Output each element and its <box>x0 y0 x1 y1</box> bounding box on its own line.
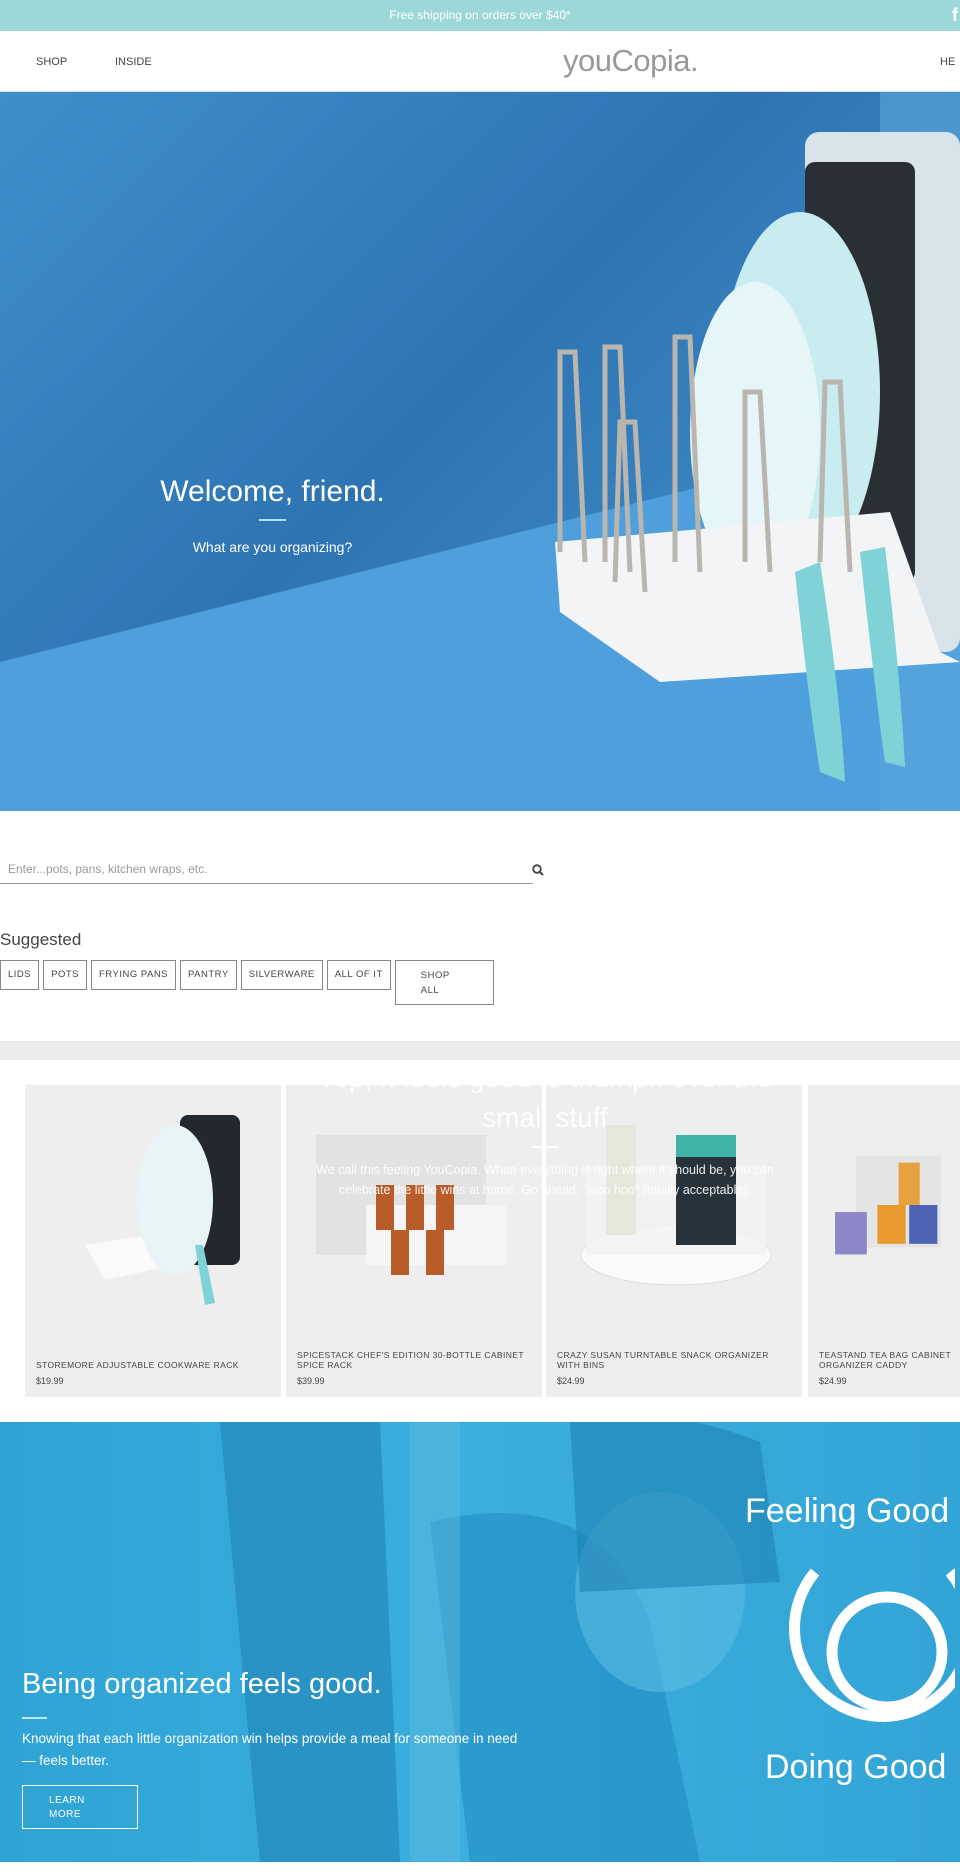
giving-divider <box>22 1717 47 1719</box>
giving-body: Knowing that each little organization wi… <box>22 1731 518 1768</box>
shop-all-line2: ALL <box>420 985 440 996</box>
product-name: TEASTAND TEA BAG CABINET ORGANIZER CADDY <box>819 1350 951 1370</box>
giving-banner: Being organized feels good. Knowing that… <box>0 1422 960 1862</box>
product-image <box>316 1135 506 1275</box>
chip-all-of-it[interactable]: ALL OF IT <box>326 960 391 990</box>
product-price: $19.99 <box>36 1376 64 1386</box>
product-image <box>85 1115 240 1305</box>
giving-title: Being organized feels good. <box>22 1668 382 1700</box>
product-price: $39.99 <box>297 1376 325 1386</box>
search-icon[interactable] <box>532 864 544 879</box>
product-card[interactable]: SPICESTACK CHEF'S EDITION 30-BOTTLE CABI… <box>286 1085 542 1397</box>
facebook-icon[interactable]: f <box>952 4 958 26</box>
announcement-text: Free shipping on orders over $40* <box>389 8 571 22</box>
hero-banner: Welcome, friend. What are you organizing… <box>0 92 960 811</box>
shop-all-button[interactable]: SHOP ALL <box>394 960 494 1005</box>
badge-feeling-good: Feeling Good <box>745 1492 950 1530</box>
hero-subtitle: What are you organizing? <box>192 539 353 555</box>
hero-title: Welcome, friend. <box>160 475 385 508</box>
product-price: $24.99 <box>819 1376 847 1386</box>
chip-frying-pans[interactable]: FRYING PANS <box>91 960 177 990</box>
main-nav: SHOP INSIDE youCopia. HE <box>0 31 960 92</box>
circle-logo-icon <box>789 1568 955 1722</box>
nav-inside[interactable]: INSIDE <box>115 56 152 68</box>
suggested-heading: Suggested <box>0 930 82 949</box>
learn-more-line2: MORE <box>49 1809 81 1820</box>
search-input[interactable]: Enter...pots, pans, kitchen wraps, etc. <box>0 857 533 884</box>
suggested-chips: LIDS POTS FRYING PANS PANTRY SILVERWARE … <box>0 960 494 1005</box>
announcement-bar: Free shipping on orders over $40* f <box>0 0 960 31</box>
chip-silverware[interactable]: SILVERWARE <box>240 960 323 990</box>
badge-doing-good: Doing Good <box>765 1748 947 1786</box>
chip-pantry[interactable]: PANTRY <box>180 960 237 990</box>
product-image <box>835 1155 941 1255</box>
chip-lids[interactable]: LIDS <box>0 960 40 990</box>
product-name: SPICESTACK CHEF'S EDITION 30-BOTTLE CABI… <box>297 1350 524 1370</box>
shop-all-line1: SHOP <box>420 970 450 981</box>
hero-divider <box>259 519 286 521</box>
product-card[interactable]: CRAZY SUSAN TURNTABLE SNACK ORGANIZER WI… <box>546 1085 802 1397</box>
product-card[interactable]: TEASTAND TEA BAG CABINET ORGANIZER CADDY… <box>808 1085 960 1397</box>
search-placeholder: Enter...pots, pans, kitchen wraps, etc. <box>8 862 208 876</box>
product-image <box>580 1125 772 1286</box>
nav-help[interactable]: HE <box>940 56 955 68</box>
product-name: CRAZY SUSAN TURNTABLE SNACK ORGANIZER WI… <box>557 1350 769 1370</box>
product-name: STOREMORE ADJUSTABLE COOKWARE RACK <box>36 1360 239 1370</box>
product-price: $24.99 <box>557 1376 585 1386</box>
product-card[interactable]: STOREMORE ADJUSTABLE COOKWARE RACK $19.99 <box>25 1085 281 1397</box>
logo[interactable]: youCopia. <box>563 43 699 79</box>
section-divider <box>0 1041 960 1060</box>
hero-image <box>0 92 960 811</box>
chip-pots[interactable]: POTS <box>43 960 87 990</box>
learn-more-line1: LEARN <box>49 1795 85 1806</box>
nav-shop[interactable]: SHOP <box>36 56 67 68</box>
learn-more-button[interactable]: LEARN MORE <box>22 1785 138 1829</box>
